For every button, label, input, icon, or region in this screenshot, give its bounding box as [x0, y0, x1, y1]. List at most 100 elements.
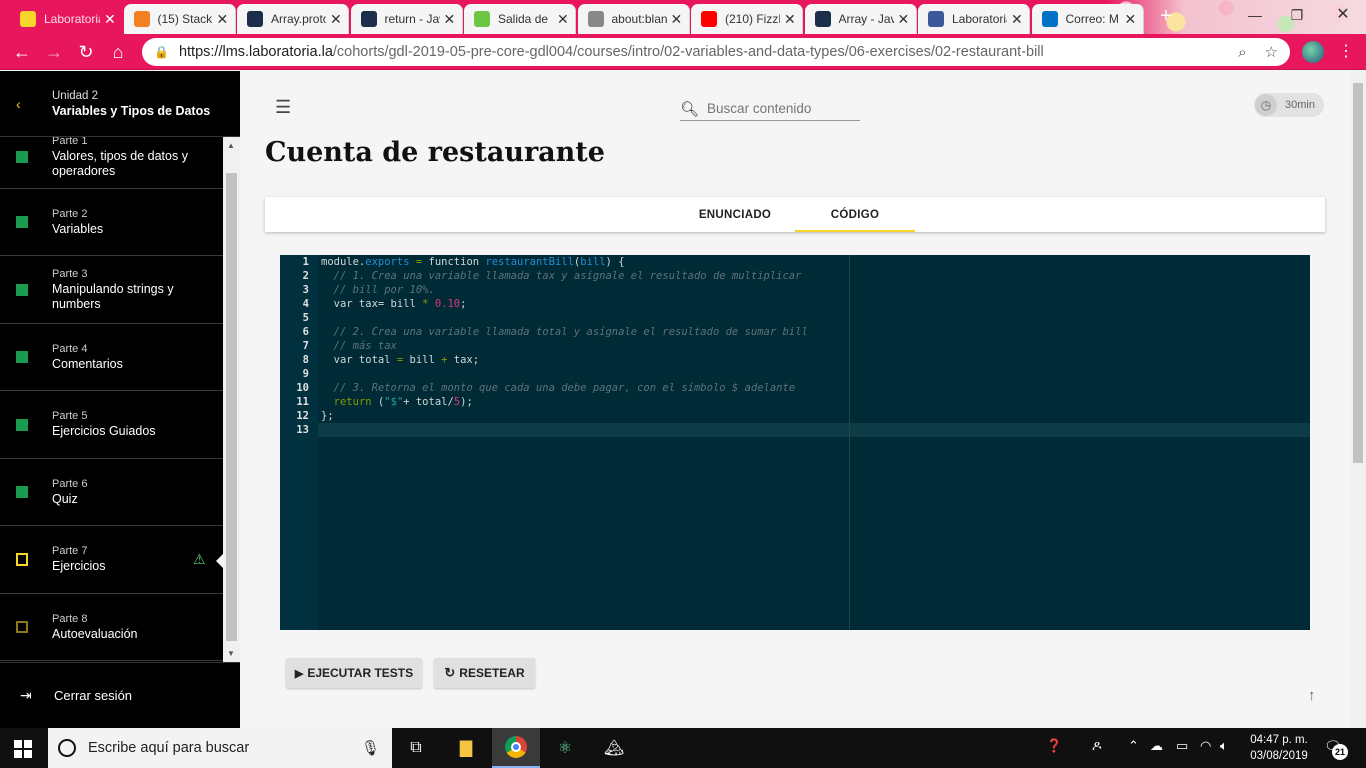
line-number: 5	[302, 312, 309, 324]
code-line[interactable]: // 3. Retorna el monto que cada una debe…	[321, 382, 795, 394]
help-icon[interactable]: ❓	[1046, 738, 1062, 754]
theme-floral-decoration	[1106, 0, 1366, 34]
sidebar-item-part-3[interactable]: Parte 3 Manipulando strings y numbers	[0, 256, 223, 324]
url-field[interactable]: 🔒 https://lms.laboratoria.la/cohorts/gdl…	[142, 38, 1290, 66]
code-line[interactable]: var tax= bill * 0.10;	[321, 298, 467, 310]
scroll-down-arrow-icon[interactable]: ▼	[227, 649, 235, 658]
people-icon[interactable]: ዶ	[1092, 738, 1102, 754]
notification-center-icon[interactable]: 🗨︎21	[1324, 738, 1348, 760]
code-line[interactable]: module.exports = function restaurantBill…	[321, 256, 625, 268]
code-line[interactable]: // más tax	[321, 340, 397, 352]
close-tab-icon[interactable]: ✕	[330, 11, 342, 28]
windows-start-icon[interactable]	[14, 740, 32, 758]
close-tab-icon[interactable]: ✕	[1125, 11, 1137, 28]
sidebar-item-part-2[interactable]: Parte 2 Variables	[0, 189, 223, 256]
close-tab-icon[interactable]: ✕	[671, 11, 683, 28]
search-box[interactable]: 🔍︎	[680, 97, 860, 121]
close-tab-icon[interactable]: ✕	[444, 11, 456, 28]
back-button[interactable]: ←	[11, 41, 33, 63]
browser-tab[interactable]: Array - JavaScript ✕	[804, 4, 917, 34]
youtube-favicon-icon	[701, 11, 717, 27]
sidebar-item-part-1[interactable]: Parte 1 Valores, tipos de datos y operado…	[0, 137, 223, 189]
close-tab-icon[interactable]: ✕	[217, 11, 229, 28]
mdn-favicon-icon	[247, 11, 263, 27]
tab-codigo[interactable]: CÓDIGO	[795, 197, 915, 232]
forward-button[interactable]: →	[43, 41, 65, 63]
chevron-up-icon[interactable]: ⌃	[1128, 738, 1139, 754]
system-clock[interactable]: 04:47 p. m. 03/08/2019	[1246, 732, 1312, 764]
sidebar-item-part-6[interactable]: Parte 6 Quiz	[0, 459, 223, 526]
profile-avatar[interactable]	[1302, 41, 1324, 63]
close-tab-icon[interactable]: ✕	[784, 11, 796, 28]
reload-button[interactable]: ↻	[75, 41, 97, 63]
atom-icon[interactable]: ⚛	[541, 728, 589, 768]
zoom-icon[interactable]: ⌕	[1238, 44, 1246, 61]
code-line[interactable]: var total = bill + tax;	[321, 354, 479, 366]
browser-tab-title: Laboratoria	[952, 12, 1007, 26]
code-line[interactable]: // bill por 10%.	[321, 284, 435, 296]
reset-button[interactable]: ↻ RESETEAR	[434, 658, 535, 688]
duration-badge: ◷ 30min	[1254, 93, 1324, 117]
new-tab-button[interactable]: +	[1156, 6, 1176, 27]
code-line[interactable]: // 1. Crea una variable llamada tax y as…	[321, 270, 802, 282]
onedrive-icon[interactable]: ☁	[1150, 738, 1163, 754]
close-tab-icon[interactable]: ✕	[898, 11, 910, 28]
minimize-button[interactable]: —	[1240, 4, 1270, 26]
line-number: 10	[296, 382, 309, 394]
close-tab-icon[interactable]: ✕	[557, 11, 569, 28]
logout-button[interactable]: ⇥ Cerrar sesión	[0, 662, 240, 728]
task-view-icon[interactable]: ⧉	[392, 728, 440, 768]
browser-tab-title: about:blank	[611, 12, 667, 26]
scroll-up-arrow-icon[interactable]: ▲	[227, 141, 235, 150]
browser-tab[interactable]: Salida de ✕	[464, 4, 576, 34]
browser-tab[interactable]: Laboratoria ✕	[918, 4, 1030, 34]
line-number: 12	[296, 410, 309, 422]
browser-tab[interactable]: Correo: M ✕	[1031, 4, 1144, 34]
microphone-icon[interactable]: 🎙︎	[361, 739, 380, 757]
close-tab-icon[interactable]: ✕	[1011, 11, 1023, 28]
bookmark-star-icon[interactable]: ☆	[1265, 43, 1278, 61]
browser-tab[interactable]: Array.prototype ✕	[237, 4, 349, 34]
volume-icon[interactable]: 🔈︎	[1220, 738, 1228, 754]
chevron-left-icon[interactable]: ‹	[16, 96, 52, 112]
taskbar-search[interactable]: Escribe aquí para buscar 🎙︎	[48, 728, 392, 768]
sidebar-item-part-7[interactable]: Parte 7 Ejercicios ⚠	[0, 526, 223, 594]
photos-icon[interactable]: 🏔︎	[590, 728, 638, 768]
sidebar-item-part-4[interactable]: Parte 4 Comentarios	[0, 324, 223, 391]
reset-label: RESETEAR	[459, 666, 525, 680]
unit-header[interactable]: ‹ Unidad 2 Variables y Tipos de Datos	[0, 71, 240, 137]
chrome-icon[interactable]	[492, 728, 540, 768]
maximize-button[interactable]: ❐	[1282, 4, 1312, 26]
search-input[interactable]	[707, 101, 858, 116]
browser-tab[interactable]: about:blank ✕	[577, 4, 690, 34]
clock-time: 04:47 p. m.	[1250, 734, 1308, 746]
sidebar-scroll-thumb[interactable]	[226, 173, 237, 641]
hamburger-menu-icon[interactable]: ☰	[275, 97, 291, 118]
status-done-icon	[16, 283, 28, 296]
home-button[interactable]: ⌂	[107, 41, 129, 63]
battery-icon[interactable]: ▭	[1176, 738, 1188, 754]
sidebar-item-part-8[interactable]: Parte 8 Autoevaluación	[0, 594, 223, 661]
code-line[interactable]: return ("$"+ total/5);	[321, 396, 473, 408]
browser-tab[interactable]: Laboratoria ✕	[10, 4, 122, 34]
code-editor[interactable]: module.exports = function restaurantBill…	[280, 255, 1310, 630]
close-window-button[interactable]: ✕	[1328, 4, 1358, 26]
browser-tab[interactable]: return - JavaScript ✕	[350, 4, 463, 34]
sidebar-scrollbar[interactable]: ▲ ▼	[223, 137, 240, 662]
code-line[interactable]: };	[321, 410, 334, 422]
file-explorer-icon[interactable]: ▇	[442, 728, 490, 768]
cortana-icon	[58, 739, 76, 757]
page-scrollbar[interactable]	[1350, 71, 1366, 728]
scroll-to-top-icon[interactable]: ↑	[1308, 687, 1316, 704]
close-tab-icon[interactable]: ✕	[104, 11, 116, 28]
code-line[interactable]: // 2. Crea una variable llamada total y …	[321, 326, 808, 338]
browser-tab[interactable]: (210) FizzBuzz ✕	[691, 4, 803, 34]
sidebar-item-part-5[interactable]: Parte 5 Ejercicios Guiados	[0, 391, 223, 459]
sidebar-item-name: Ejercicios	[52, 559, 106, 573]
browser-tab[interactable]: (15) Stack Overflow ✕	[123, 4, 236, 34]
wifi-icon[interactable]: ◠	[1200, 738, 1211, 754]
run-tests-button[interactable]: ▶ EJECUTAR TESTS	[286, 658, 422, 688]
tab-enunciado[interactable]: ENUNCIADO	[685, 197, 785, 232]
browser-menu-icon[interactable]: ⋮	[1338, 41, 1354, 63]
page-scroll-thumb[interactable]	[1353, 83, 1363, 463]
